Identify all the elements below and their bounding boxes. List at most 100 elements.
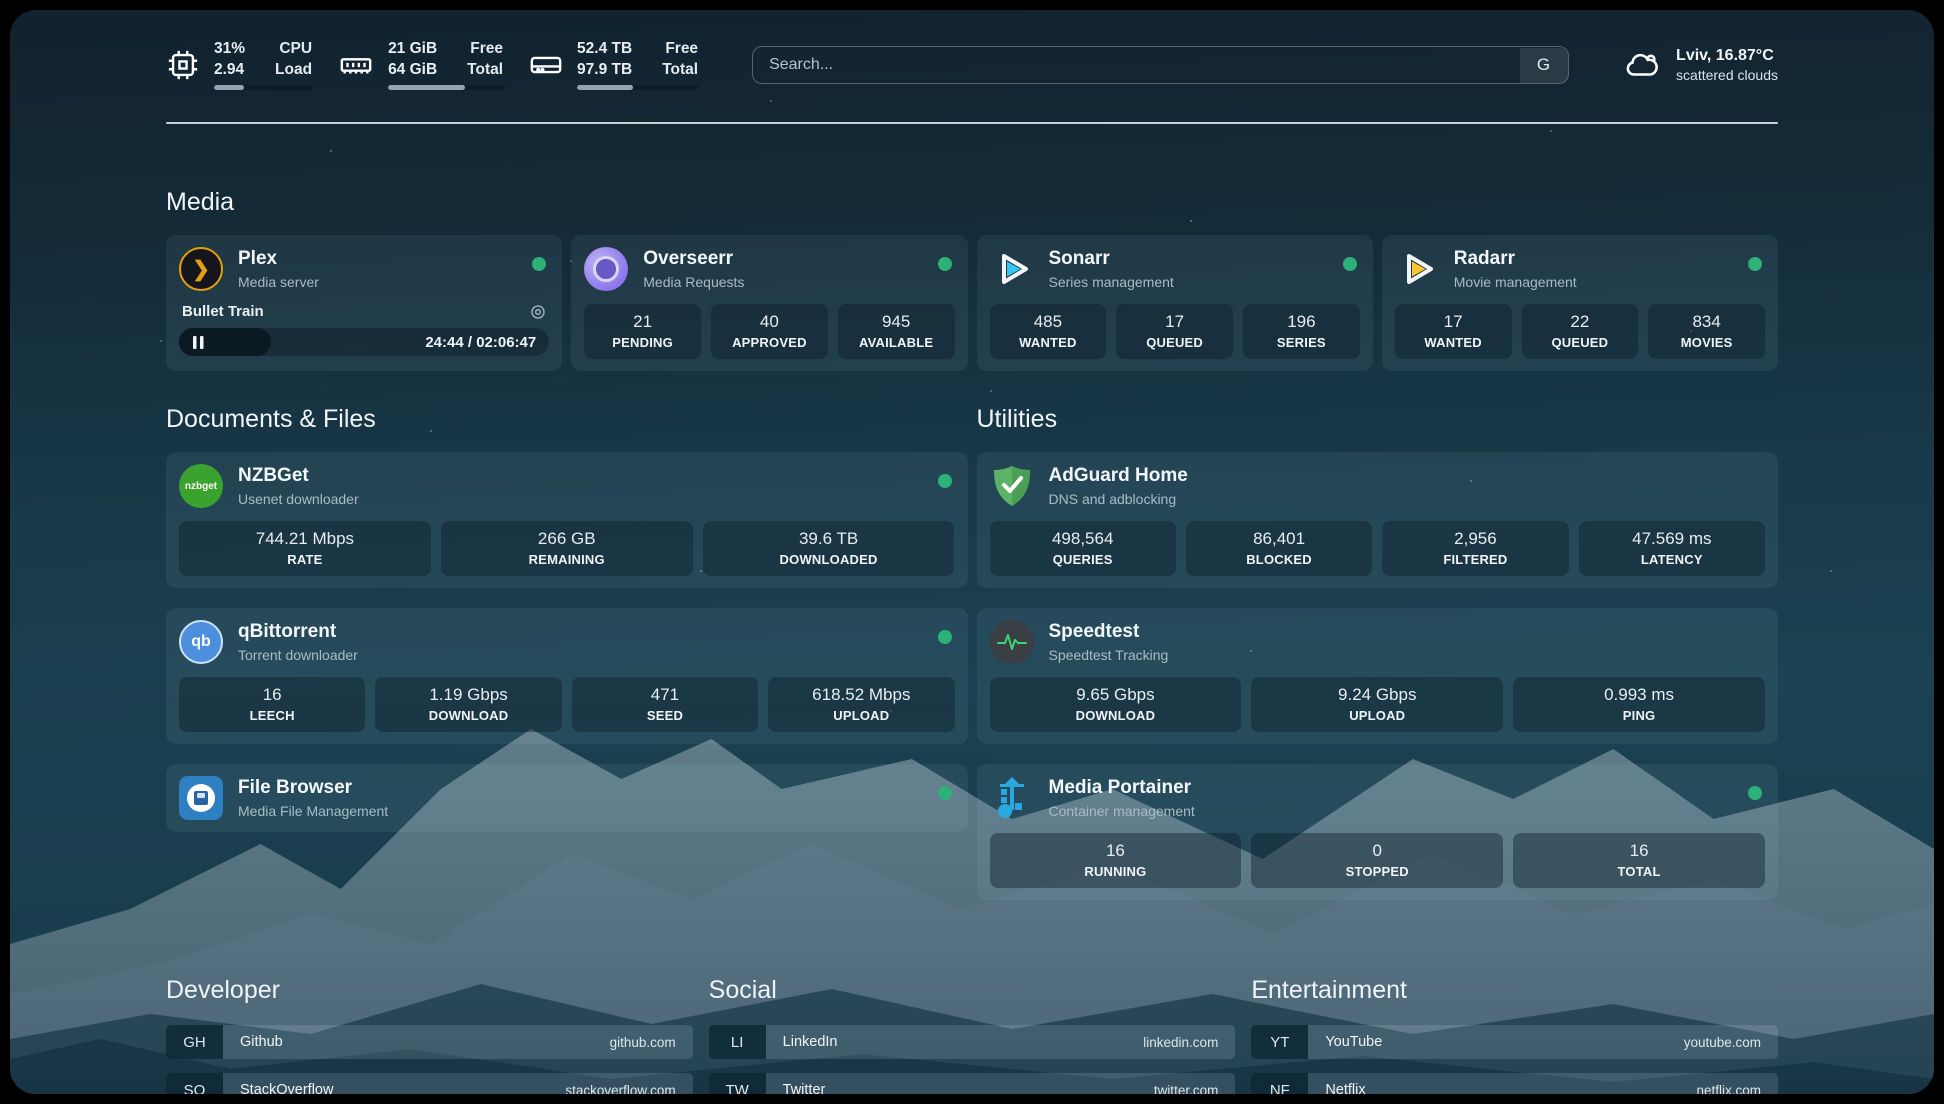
bookmark-abbr: GH — [166, 1025, 223, 1059]
portainer-icon — [990, 776, 1034, 820]
stat-pending: 21PENDING — [584, 304, 701, 359]
bookmark-group-social: Social LI LinkedIn linkedin.com TW Twitt… — [709, 976, 1236, 1094]
section-title-entertainment: Entertainment — [1251, 976, 1778, 1005]
stat-total: 16TOTAL — [1513, 833, 1765, 888]
overseerr-icon — [584, 247, 628, 291]
bookmark-name: Twitter — [783, 1082, 826, 1094]
cpu-widget: 31% CPU 2.94 Load — [166, 40, 312, 90]
status-dot — [1343, 257, 1357, 271]
stat-movies: 834MOVIES — [1648, 304, 1765, 359]
bookmark-url: netflix.com — [1696, 1083, 1761, 1095]
disk-free: 52.4 TB — [577, 40, 632, 58]
bookmark-url: stackoverflow.com — [565, 1083, 675, 1095]
stat-stopped: 0STOPPED — [1251, 833, 1503, 888]
snow-specks — [10, 10, 12, 12]
section-title-documents: Documents & Files — [166, 405, 968, 434]
disk-total: 97.9 TB — [577, 61, 632, 79]
service-card-radarr[interactable]: Radarr Movie management 17WANTED 22QUEUE… — [1382, 235, 1778, 371]
cpu-chip-icon — [166, 48, 200, 82]
service-card-sonarr[interactable]: Sonarr Series management 485WANTED 17QUE… — [977, 235, 1373, 371]
service-card-nzbget[interactable]: nzbget NZBGet Usenet downloader 744.21 M… — [166, 452, 968, 588]
search-provider-button[interactable]: G — [1520, 48, 1568, 83]
disk-total-label: Total — [662, 61, 698, 79]
service-title: Radarr — [1454, 248, 1577, 271]
stat-running: 16RUNNING — [990, 833, 1242, 888]
search-input[interactable] — [752, 46, 1569, 84]
header-divider — [166, 122, 1778, 124]
cpu-load-label: Load — [275, 61, 312, 79]
section-title-social: Social — [709, 976, 1236, 1005]
service-title: Overseerr — [643, 248, 744, 271]
memory-icon — [338, 48, 374, 82]
stat-download: 1.19 GbpsDOWNLOAD — [375, 677, 561, 732]
bookmark-stackoverflow[interactable]: SO StackOverflow stackoverflow.com — [166, 1073, 693, 1094]
memory-free: 21 GiB — [388, 40, 437, 58]
filebrowser-icon — [179, 776, 223, 820]
disk-free-label: Free — [662, 40, 698, 58]
service-card-speedtest[interactable]: Speedtest Speedtest Tracking 9.65 GbpsDO… — [977, 608, 1779, 744]
weather-location: Lviv, 16.87°C — [1676, 47, 1778, 65]
service-title: NZBGet — [238, 465, 359, 488]
bookmark-youtube[interactable]: YT YouTube youtube.com — [1251, 1025, 1778, 1059]
cpu-load: 2.94 — [214, 61, 245, 79]
service-title: Sonarr — [1049, 248, 1174, 271]
bookmark-name: Netflix — [1325, 1082, 1365, 1094]
status-dot — [938, 474, 952, 488]
now-playing-icon[interactable] — [530, 304, 546, 320]
stat-ping: 0.993 msPING — [1513, 677, 1765, 732]
status-dot — [938, 786, 952, 800]
bookmark-url: github.com — [610, 1035, 676, 1050]
dashboard-window: 31% CPU 2.94 Load 21 GiB Free — [10, 10, 1934, 1094]
bookmark-abbr: TW — [709, 1073, 766, 1094]
service-subtitle: Speedtest Tracking — [1049, 647, 1169, 663]
service-title: Plex — [238, 248, 319, 271]
bookmark-netflix[interactable]: NF Netflix netflix.com — [1251, 1073, 1778, 1094]
service-subtitle: Series management — [1049, 274, 1174, 290]
service-card-plex[interactable]: ❯ Plex Media server Bullet Train — [166, 235, 562, 371]
bookmark-twitter[interactable]: TW Twitter twitter.com — [709, 1073, 1236, 1094]
bookmark-github[interactable]: GH Github github.com — [166, 1025, 693, 1059]
bookmark-name: LinkedIn — [783, 1034, 838, 1050]
bookmark-linkedin[interactable]: LI LinkedIn linkedin.com — [709, 1025, 1236, 1059]
qbittorrent-icon: qb — [179, 620, 223, 664]
section-title-developer: Developer — [166, 976, 693, 1005]
stat-available: 945AVAILABLE — [838, 304, 955, 359]
stat-seed: 471SEED — [572, 677, 758, 732]
now-playing-track: Bullet Train — [182, 303, 264, 320]
radarr-icon — [1395, 247, 1439, 291]
memory-free-label: Free — [467, 40, 503, 58]
bookmark-name: Github — [240, 1034, 283, 1050]
plex-player-bar: 24:44 / 02:06:47 — [179, 328, 549, 356]
memory-total-label: Total — [467, 61, 503, 79]
bookmark-abbr: SO — [166, 1073, 223, 1094]
service-title: File Browser — [238, 777, 388, 800]
pause-icon[interactable] — [193, 336, 204, 349]
memory-progress-bar — [388, 85, 503, 90]
nzbget-icon: nzbget — [179, 464, 223, 508]
stat-upload: 618.52 MbpsUPLOAD — [768, 677, 954, 732]
bookmark-url: twitter.com — [1154, 1083, 1219, 1095]
stat-remaining: 266 GBREMAINING — [441, 521, 693, 576]
disk-progress-bar — [577, 85, 698, 90]
service-title: Speedtest — [1049, 621, 1169, 644]
service-card-portainer[interactable]: Media Portainer Container management 16R… — [977, 764, 1779, 900]
service-card-filebrowser[interactable]: File Browser Media File Management — [166, 764, 968, 832]
bookmark-url: linkedin.com — [1143, 1035, 1218, 1050]
service-card-qbittorrent[interactable]: qb qBittorrent Torrent downloader 16LEEC… — [166, 608, 968, 744]
stat-rate: 744.21 MbpsRATE — [179, 521, 431, 576]
section-title-utilities: Utilities — [977, 405, 1779, 434]
service-card-adguard[interactable]: AdGuard Home DNS and adblocking 498,564Q… — [977, 452, 1779, 588]
stat-wanted: 485WANTED — [990, 304, 1107, 359]
weather-condition: scattered clouds — [1676, 67, 1778, 83]
service-subtitle: Torrent downloader — [238, 647, 358, 663]
service-card-overseerr[interactable]: Overseerr Media Requests 21PENDING 40APP… — [571, 235, 967, 371]
bookmark-name: StackOverflow — [240, 1082, 333, 1094]
stat-upload: 9.24 GbpsUPLOAD — [1251, 677, 1503, 732]
bookmark-group-entertainment: Entertainment YT YouTube youtube.com NF … — [1251, 976, 1778, 1094]
stat-queries: 498,564QUERIES — [990, 521, 1176, 576]
stat-series: 196SERIES — [1243, 304, 1360, 359]
service-title: AdGuard Home — [1049, 465, 1188, 488]
stat-downloaded: 39.6 TBDOWNLOADED — [703, 521, 955, 576]
sonarr-icon — [990, 247, 1034, 291]
service-subtitle: Media server — [238, 274, 319, 290]
